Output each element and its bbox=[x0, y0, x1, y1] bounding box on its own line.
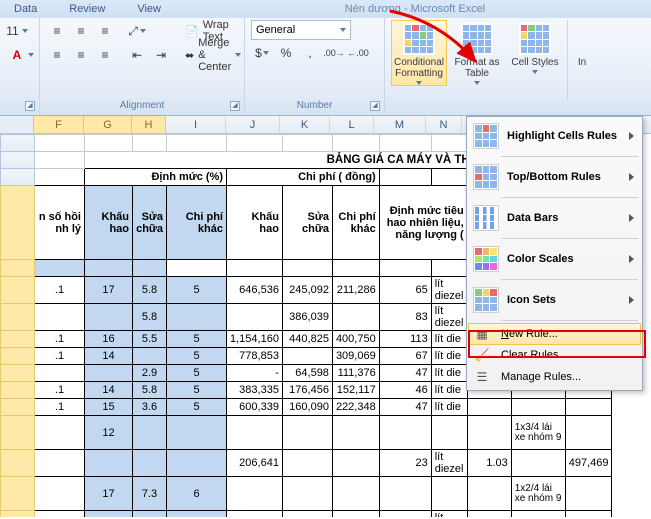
align-right-button[interactable]: ≡ bbox=[94, 44, 116, 66]
col-header-F[interactable]: F bbox=[34, 116, 84, 133]
orientation-button[interactable]: ⤢ bbox=[126, 20, 148, 42]
col-header-M[interactable]: M bbox=[374, 116, 426, 133]
new-rule-icon: ▦ bbox=[473, 325, 491, 343]
data-bars-icon bbox=[473, 205, 499, 231]
col-header-N[interactable]: N bbox=[426, 116, 462, 133]
align-bottom-button[interactable]: ≡ bbox=[94, 20, 116, 42]
col-header-J[interactable]: J bbox=[226, 116, 280, 133]
top-bottom-icon bbox=[473, 164, 499, 190]
align-middle-button[interactable]: ≡ bbox=[70, 20, 92, 42]
table-row: .1153.65600,339160,090222,34847lít die bbox=[1, 399, 612, 416]
clear-rules-icon: 🧹 bbox=[473, 346, 491, 364]
submenu-arrow-icon bbox=[629, 214, 634, 222]
table-row: 206,64123lít diezel1.03497,469 bbox=[1, 450, 612, 477]
alignment-group-label: Alignment bbox=[120, 100, 164, 111]
font-color-button[interactable]: A bbox=[6, 44, 28, 66]
decrease-indent-button[interactable]: ⇤ bbox=[126, 44, 148, 66]
number-dialog-launcher[interactable]: ◢ bbox=[370, 101, 380, 111]
percent-button[interactable]: % bbox=[275, 42, 297, 64]
align-top-button[interactable]: ≡ bbox=[46, 20, 68, 42]
cf-new-rule-item[interactable]: ▦ New Rule... bbox=[468, 323, 641, 345]
align-left-button[interactable]: ≡ bbox=[46, 44, 68, 66]
col-header-G[interactable]: G bbox=[84, 116, 132, 133]
table-row: 384,724183,561150,87267lít diezel1.03704… bbox=[1, 511, 612, 518]
window-title: Nén dương - Microsoft Excel bbox=[179, 3, 651, 15]
ribbon: 11 A ◢ ≡ ≡ ≡ ⤢ ≡ bbox=[0, 18, 651, 116]
cf-icon-sets-item[interactable]: Icon Sets bbox=[469, 283, 640, 317]
icon-sets-icon bbox=[473, 287, 499, 313]
cf-data-bars-item[interactable]: Data Bars bbox=[469, 201, 640, 235]
table-row: 177.361x2/4 lái xe nhóm 9 bbox=[1, 477, 612, 511]
font-dialog-launcher[interactable]: ◢ bbox=[25, 101, 35, 111]
alignment-dialog-launcher[interactable]: ◢ bbox=[230, 101, 240, 111]
number-group-label: Number bbox=[297, 100, 333, 111]
format-as-table-button[interactable]: Format as Table bbox=[449, 20, 505, 86]
title-bar: Data Review View Nén dương - Microsoft E… bbox=[0, 0, 651, 18]
cf-color-scales-item[interactable]: Color Scales bbox=[469, 242, 640, 276]
tab-data[interactable]: Data bbox=[0, 0, 55, 18]
comma-button[interactable]: , bbox=[299, 42, 321, 64]
col-header-L[interactable]: L bbox=[330, 116, 374, 133]
accounting-format-button[interactable]: $ bbox=[251, 42, 273, 64]
conditional-formatting-menu: Highlight Cells Rules Top/Bottom Rules D… bbox=[466, 116, 643, 391]
color-scales-icon bbox=[473, 246, 499, 272]
align-center-button[interactable]: ≡ bbox=[70, 44, 92, 66]
submenu-arrow-icon bbox=[629, 255, 634, 263]
cf-top-bottom-item[interactable]: Top/Bottom Rules bbox=[469, 160, 640, 194]
menu-tabs: Data Review View bbox=[0, 0, 179, 18]
increase-indent-button[interactable]: ⇥ bbox=[150, 44, 172, 66]
highlight-cells-icon bbox=[473, 123, 499, 149]
manage-rules-icon: ☰ bbox=[473, 368, 491, 386]
cf-highlight-cells-item[interactable]: Highlight Cells Rules bbox=[469, 119, 640, 153]
col-header-K[interactable]: K bbox=[280, 116, 330, 133]
cell-styles-button[interactable]: Cell Styles bbox=[507, 20, 563, 75]
submenu-arrow-icon bbox=[629, 296, 634, 304]
submenu-arrow-icon bbox=[629, 132, 634, 140]
font-size-combo[interactable]: 11 bbox=[6, 20, 28, 42]
table-row: 121x3/4 lái xe nhóm 9 bbox=[1, 416, 612, 450]
tab-view[interactable]: View bbox=[123, 0, 179, 18]
increase-decimal-button[interactable]: .00→ bbox=[323, 42, 345, 64]
insert-button[interactable]: In bbox=[572, 20, 592, 69]
col-header-corner[interactable] bbox=[0, 116, 34, 133]
col-header-H[interactable]: H bbox=[132, 116, 166, 133]
decrease-decimal-button[interactable]: ←.00 bbox=[347, 42, 369, 64]
col-header-I[interactable]: I bbox=[166, 116, 226, 133]
cf-manage-rules-item[interactable]: ☰ Manage Rules... bbox=[469, 366, 640, 388]
tab-review[interactable]: Review bbox=[55, 0, 123, 18]
merge-center-button[interactable]: ⬌Merge & Center bbox=[180, 44, 246, 66]
number-format-combo[interactable]: General bbox=[251, 20, 351, 40]
cf-clear-rules-item[interactable]: 🧹 Clear Rules bbox=[469, 344, 640, 366]
submenu-arrow-icon bbox=[629, 173, 634, 181]
conditional-formatting-button[interactable]: Conditional Formatting bbox=[391, 20, 447, 86]
